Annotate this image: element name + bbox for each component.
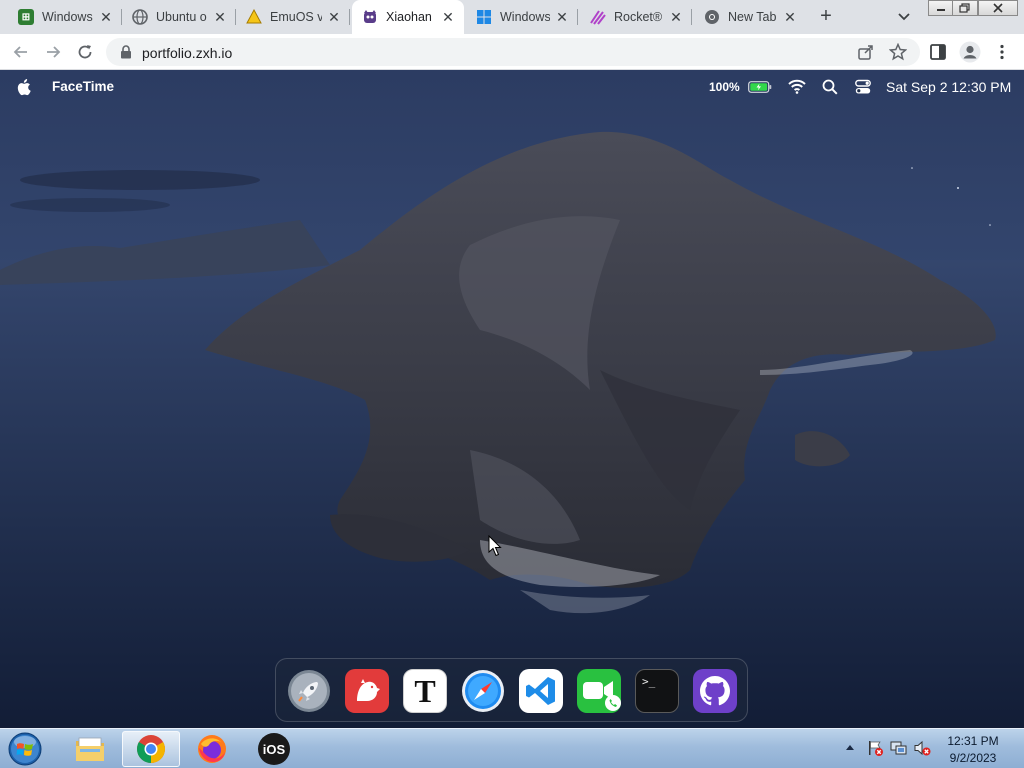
system-clock[interactable]: 12:31 PM 9/2/2023 bbox=[936, 733, 1010, 767]
dock-item-safari[interactable] bbox=[461, 669, 505, 713]
taskbar-app-explorer[interactable] bbox=[62, 731, 118, 767]
forward-arrow-icon[interactable] bbox=[42, 41, 64, 63]
close-tab-icon[interactable]: ✕ bbox=[212, 9, 228, 25]
windows-favicon-icon bbox=[476, 9, 492, 25]
lock-icon bbox=[120, 45, 132, 64]
start-button[interactable] bbox=[6, 731, 44, 767]
share-icon[interactable] bbox=[857, 43, 875, 61]
tab-title: New Tab bbox=[728, 10, 777, 24]
tab-title: Rocket® bbox=[614, 10, 663, 24]
chrome-favicon-icon bbox=[704, 9, 720, 25]
catalina-wallpaper bbox=[0, 70, 1024, 728]
tab-strip: ⊞ Windows ✕ Ubuntu o ✕ EmuOS v ✕ Xiaohan… bbox=[0, 0, 1024, 34]
dock-item-github[interactable] bbox=[693, 669, 737, 713]
close-tab-icon[interactable]: ✕ bbox=[98, 9, 114, 25]
apple-logo-icon[interactable] bbox=[17, 78, 33, 96]
firefox-icon bbox=[198, 735, 226, 763]
bear-icon bbox=[357, 679, 380, 701]
action-center-flag-icon[interactable] bbox=[866, 739, 884, 757]
new-tab-button[interactable]: + bbox=[814, 5, 838, 29]
tab-emuos[interactable]: EmuOS v ✕ bbox=[236, 0, 350, 34]
dock-item-vscode[interactable] bbox=[519, 669, 563, 713]
tab-ubuntu[interactable]: Ubuntu o ✕ bbox=[122, 0, 236, 34]
chrome-icon bbox=[137, 735, 165, 763]
browser-toolbar: portfolio.zxh.io bbox=[0, 34, 1024, 70]
network-icon[interactable] bbox=[890, 739, 908, 757]
tab-new-tab[interactable]: New Tab ✕ bbox=[694, 0, 806, 34]
wifi-icon[interactable] bbox=[788, 79, 806, 94]
volume-muted-icon[interactable] bbox=[913, 739, 931, 757]
dock-item-launchpad[interactable] bbox=[287, 669, 331, 713]
tab-search-chevron-icon[interactable] bbox=[894, 8, 914, 26]
close-tab-icon[interactable]: ✕ bbox=[440, 9, 456, 25]
profile-avatar-icon[interactable] bbox=[959, 41, 981, 63]
battery-percent: 100% bbox=[709, 80, 740, 94]
minimize-window-button[interactable] bbox=[928, 0, 954, 16]
system-time: 12:31 PM bbox=[947, 734, 999, 748]
back-arrow-icon[interactable] bbox=[10, 41, 32, 63]
reload-icon[interactable] bbox=[74, 41, 96, 63]
dock-item-facetime[interactable] bbox=[577, 669, 621, 713]
dock-item-bear[interactable] bbox=[345, 669, 389, 713]
tab-title: Windows bbox=[42, 10, 93, 24]
tab-title: Xiaohan bbox=[386, 10, 432, 24]
windows-taskbar: iOS 12:31 PM 9/2/2023 bbox=[0, 728, 1024, 768]
close-tab-icon[interactable]: ✕ bbox=[782, 9, 798, 25]
tab-windows-emulator[interactable]: ⊞ Windows ✕ bbox=[8, 0, 122, 34]
windows-emulator-favicon-icon: ⊞ bbox=[18, 9, 34, 25]
tab-title: Windows bbox=[500, 10, 550, 24]
tab-rocket[interactable]: Rocket® ✕ bbox=[580, 0, 692, 34]
terminal-icon: >_ bbox=[642, 675, 656, 688]
macos-dock: T >_ bbox=[275, 658, 748, 722]
typora-icon: T bbox=[414, 672, 436, 709]
dock-item-terminal[interactable]: >_ bbox=[635, 669, 679, 713]
mouse-cursor-icon bbox=[488, 535, 502, 557]
macos-desktop[interactable]: FaceTime 100% Sat Sep 2 12:30 PM T >_ bbox=[0, 70, 1024, 728]
rocket-icon bbox=[288, 670, 330, 712]
facetime-icon bbox=[577, 669, 621, 713]
close-window-button[interactable] bbox=[978, 0, 1018, 16]
bookmark-star-icon[interactable] bbox=[888, 42, 908, 61]
active-app-name[interactable]: FaceTime bbox=[52, 79, 114, 94]
compass-icon bbox=[462, 670, 504, 712]
taskbar-app-ios[interactable]: iOS bbox=[246, 731, 302, 767]
tab-windows[interactable]: Windows ✕ bbox=[466, 0, 578, 34]
xiaohan-favicon-icon bbox=[362, 9, 378, 25]
emuos-favicon-icon bbox=[246, 9, 262, 25]
folder-icon bbox=[76, 737, 104, 761]
tab-title: EmuOS v bbox=[270, 10, 322, 24]
kebab-menu-icon[interactable] bbox=[993, 43, 1011, 61]
system-date: 9/2/2023 bbox=[949, 751, 997, 765]
side-panel-icon[interactable] bbox=[929, 43, 947, 61]
github-icon bbox=[700, 676, 730, 706]
close-tab-icon[interactable]: ✕ bbox=[326, 9, 342, 25]
spotlight-search-icon[interactable] bbox=[822, 79, 838, 95]
vscode-icon bbox=[526, 677, 555, 705]
menu-bar-clock[interactable]: Sat Sep 2 12:30 PM bbox=[886, 79, 1011, 95]
restore-window-button[interactable] bbox=[952, 0, 978, 16]
rocket-favicon-icon bbox=[590, 9, 606, 25]
windows-start-orb-icon bbox=[8, 732, 42, 766]
close-tab-icon[interactable]: ✕ bbox=[554, 9, 570, 25]
taskbar-app-chrome[interactable] bbox=[122, 731, 180, 767]
tab-xiaohan[interactable]: Xiaohan ✕ bbox=[352, 0, 464, 34]
close-tab-icon[interactable]: ✕ bbox=[668, 9, 684, 25]
battery-charging-icon[interactable] bbox=[748, 81, 772, 93]
macos-menu-bar: FaceTime 100% Sat Sep 2 12:30 PM bbox=[0, 70, 1024, 104]
control-center-icon[interactable] bbox=[855, 79, 871, 95]
globe-favicon-icon bbox=[132, 9, 148, 25]
address-bar[interactable]: portfolio.zxh.io bbox=[106, 38, 920, 66]
dock-item-typora[interactable]: T bbox=[403, 669, 447, 713]
show-hidden-icons-chevron-icon[interactable] bbox=[843, 740, 857, 758]
taskbar-app-firefox[interactable] bbox=[184, 731, 240, 767]
ios-icon: iOS bbox=[258, 733, 290, 765]
url-text[interactable]: portfolio.zxh.io bbox=[142, 45, 232, 61]
tab-title: Ubuntu o bbox=[156, 10, 207, 24]
